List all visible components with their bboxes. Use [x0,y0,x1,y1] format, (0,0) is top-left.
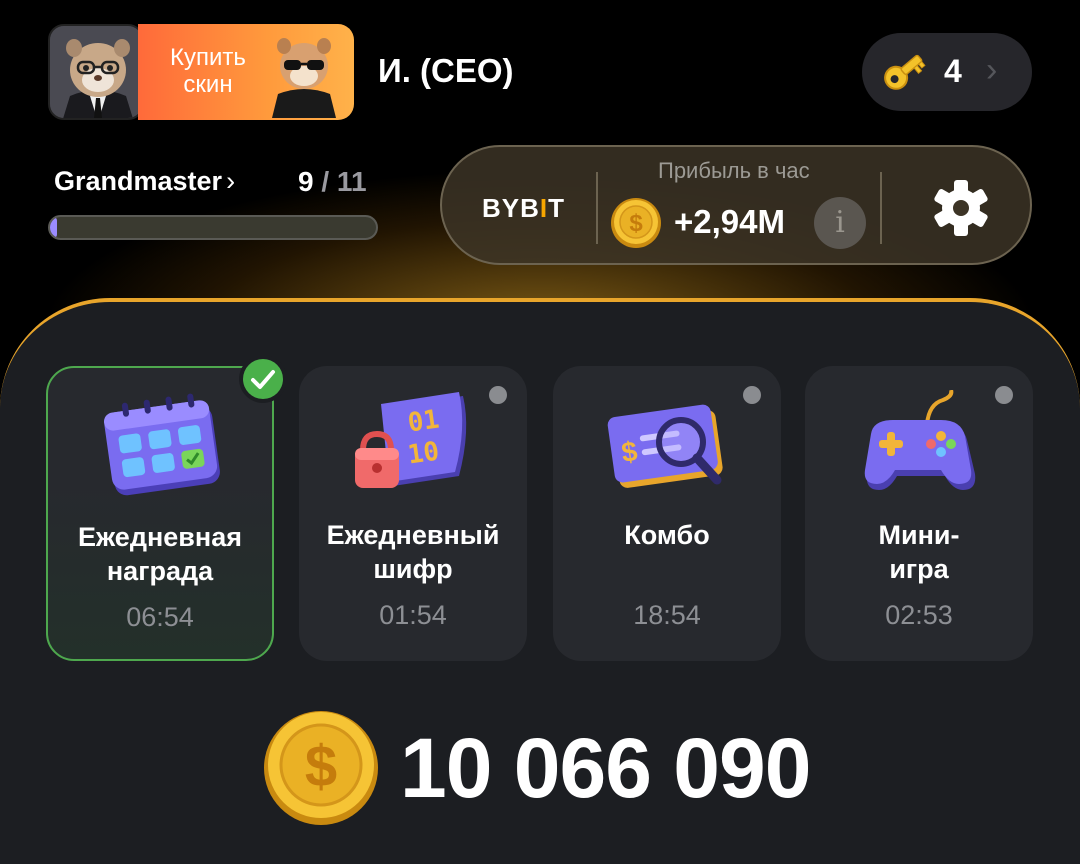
card-title: Ежедневная награда [78,522,242,586]
level-counter: 9 / 11 [298,166,367,198]
hamster-sunglasses-icon [272,38,336,118]
svg-text:$: $ [305,734,337,799]
card-timer: 06:54 [126,602,194,632]
chevron-right-icon: › [986,51,998,89]
level-total: 11 [336,166,367,197]
svg-text:01: 01 [406,405,441,439]
level-separator: / [313,166,337,197]
profit-value: +2,94M [674,203,785,240]
card-title: Ежедневный шифр [326,520,500,584]
card-timer: 18:54 [633,600,701,630]
level-progress-bar [48,215,378,240]
svg-text:10: 10 [406,437,441,471]
status-dot [743,386,761,404]
svg-text:$: $ [629,210,643,237]
buy-skin-button[interactable]: Купить скин [138,24,354,120]
balance-amount: 10 066 090 [400,721,811,815]
calendar-icon [103,393,220,496]
card-timer: 02:53 [885,600,953,630]
profit-panel: BYBIT Прибыль в час $ +2,94M i [440,145,1032,265]
exchange-logo[interactable]: BYBIT [482,193,565,224]
username: И. (CEO) [378,52,514,89]
level-name: Grandmaster [54,166,223,196]
gear-icon[interactable] [932,179,990,237]
profit-title: Прибыль в час [658,158,810,183]
combo-card-search-icon: $ [607,404,723,488]
card-title: Мини-игра [878,520,960,584]
card-timer: 01:54 [379,600,447,630]
coin-icon: $ [611,198,661,248]
keys-count: 4 [944,53,962,89]
level-link[interactable]: Grandmaster › [54,166,235,197]
mini-game-card[interactable]: Мини-игра 02:53 [805,366,1033,661]
combo-card[interactable]: $ Комбо 18:54 [553,366,781,661]
avatar[interactable] [48,24,144,120]
hamster-ceo-avatar-icon [50,26,142,118]
buy-skin-label: Купить скин [170,44,246,98]
status-dot [489,386,507,404]
status-dot [995,386,1013,404]
card-title: Комбо [624,520,710,550]
keys-button[interactable]: 4 › [862,33,1032,111]
level-current: 9 [298,166,314,197]
chevron-right-icon: › [226,166,236,196]
divider [880,172,882,244]
divider [596,172,598,244]
coin-icon: $ [264,711,378,825]
cipher-lock-icon: 01 10 [355,392,467,488]
daily-cipher-card[interactable]: 01 10 Ежедневный шифр 01:54 [299,366,527,661]
check-icon [239,355,287,403]
daily-reward-card[interactable]: Ежедневная награда 06:54 [46,366,274,661]
gamepad-icon [864,390,976,490]
level-progress-fill [50,217,57,238]
key-icon [884,54,926,90]
info-icon[interactable]: i [814,197,866,249]
